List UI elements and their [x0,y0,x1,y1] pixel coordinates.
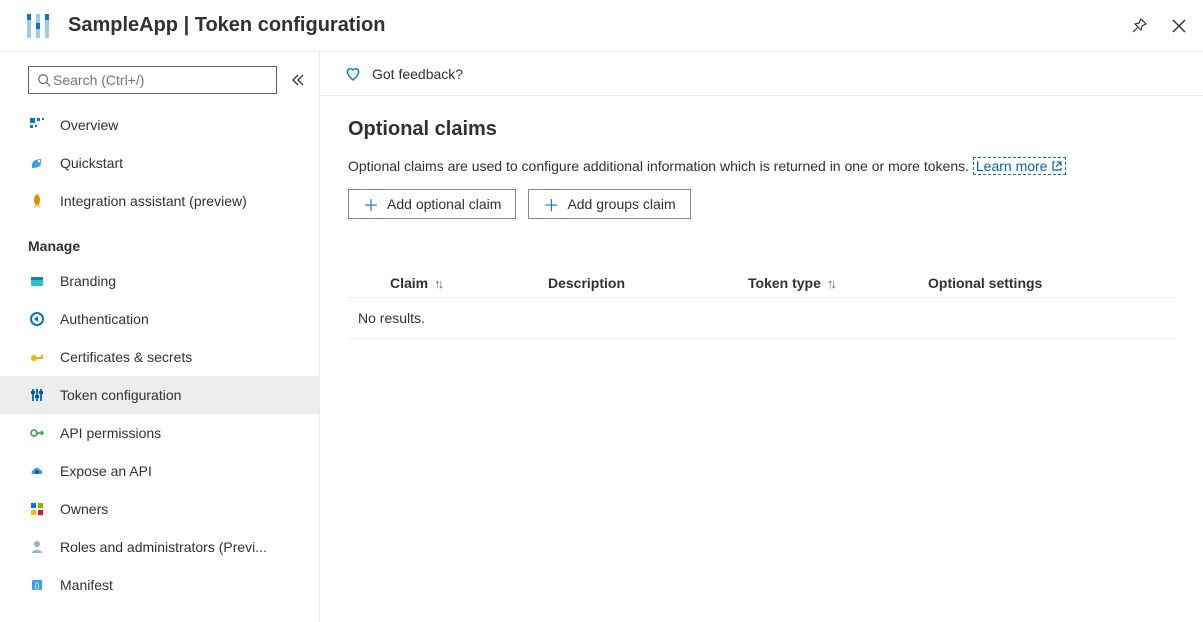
quickstart-icon [28,154,46,172]
sidebar-item-label: Owners [60,501,108,517]
table-body: No results. [348,298,1175,339]
column-header-claim[interactable]: Claim ↑↓ [348,275,548,291]
no-results-text: No results. [358,310,425,326]
body: Overview Quickstart Integration assistan… [0,52,1203,622]
page-title: SampleApp | Token configuration [68,14,1127,37]
collapse-sidebar-button[interactable] [287,69,309,91]
sidebar-item-branding[interactable]: Branding [0,262,319,300]
main-content: Got feedback? Optional claims Optional c… [320,52,1203,622]
claims-table: Claim ↑↓ Description Token type ↑↓ Optio… [348,269,1175,339]
sidebar-item-roles[interactable]: Roles and administrators (Previ... [0,528,319,566]
heart-icon [344,65,362,83]
sidebar-item-label: API permissions [60,425,161,441]
overview-icon [28,116,46,134]
rocket-icon [28,192,46,210]
branding-icon [28,272,46,290]
sidebar-item-token-configuration[interactable]: Token configuration [0,376,319,414]
key-icon [28,348,46,366]
sort-icon: ↑↓ [434,276,441,291]
app-icon [20,8,56,44]
sidebar-section-manage: Manage [0,220,319,262]
plus-icon: ＋ [543,192,559,216]
sidebar-item-label: Expose an API [60,463,152,479]
search-icon [37,73,51,87]
button-row: ＋ Add optional claim ＋ Add groups claim [348,189,1175,219]
sidebar-item-manifest[interactable]: {} Manifest [0,566,319,604]
column-label: Optional settings [928,275,1042,291]
search-input[interactable] [51,71,268,89]
auth-icon [28,310,46,328]
column-label: Claim [390,275,428,291]
sidebar-item-label: Token configuration [60,387,181,403]
plus-icon: ＋ [363,192,379,216]
api-permissions-icon [28,424,46,442]
learn-more-label: Learn more [976,158,1048,174]
column-header-optional-settings[interactable]: Optional settings [928,275,1175,291]
sidebar-item-owners[interactable]: Owners [0,490,319,528]
button-label: Add groups claim [567,196,675,212]
owners-icon [28,500,46,518]
manifest-icon: {} [28,576,46,594]
sidebar-item-overview[interactable]: Overview [0,106,319,144]
close-button[interactable] [1167,14,1191,38]
sidebar-item-api-permissions[interactable]: API permissions [0,414,319,452]
section-description: Optional claims are used to configure ad… [348,158,969,174]
search-box[interactable] [28,66,277,94]
feedback-bar[interactable]: Got feedback? [320,52,1203,96]
sidebar-item-expose-api[interactable]: Expose an API [0,452,319,490]
column-header-description[interactable]: Description [548,275,748,291]
external-link-icon [1051,160,1063,172]
sidebar-item-label: Integration assistant (preview) [60,193,247,209]
sidebar-item-authentication[interactable]: Authentication [0,300,319,338]
expose-api-icon [28,462,46,480]
feedback-label: Got feedback? [372,66,463,82]
add-optional-claim-button[interactable]: ＋ Add optional claim [348,189,516,219]
section-title: Optional claims [348,118,1175,141]
sidebar-item-label: Overview [60,117,118,133]
roles-icon [28,538,46,556]
search-row [0,66,319,106]
sidebar-item-certificates[interactable]: Certificates & secrets [0,338,319,376]
learn-more-link[interactable]: Learn more [973,157,1067,175]
section-description-row: Optional claims are used to configure ad… [348,157,1175,175]
svg-text:{}: {} [35,583,40,590]
sidebar-item-quickstart[interactable]: Quickstart [0,144,319,182]
sidebar: Overview Quickstart Integration assistan… [0,52,320,622]
content: Optional claims Optional claims are used… [320,96,1203,361]
sidebar-item-label: Quickstart [60,155,123,171]
button-label: Add optional claim [387,196,501,212]
sort-icon: ↑↓ [827,276,834,291]
sidebar-item-label: Manifest [60,577,113,593]
sidebar-item-label: Branding [60,273,116,289]
pin-button[interactable] [1127,14,1151,38]
column-label: Token type [748,275,821,291]
page-header: SampleApp | Token configuration [0,0,1203,52]
add-groups-claim-button[interactable]: ＋ Add groups claim [528,189,690,219]
table-header: Claim ↑↓ Description Token type ↑↓ Optio… [348,269,1175,298]
sidebar-item-integration-assistant[interactable]: Integration assistant (preview) [0,182,319,220]
header-actions [1127,14,1191,38]
sidebar-item-label: Certificates & secrets [60,349,192,365]
column-label: Description [548,275,625,291]
sidebar-item-label: Roles and administrators (Previ... [60,539,267,555]
column-header-token-type[interactable]: Token type ↑↓ [748,275,928,291]
sidebar-item-label: Authentication [60,311,149,327]
sliders-icon [28,386,46,404]
